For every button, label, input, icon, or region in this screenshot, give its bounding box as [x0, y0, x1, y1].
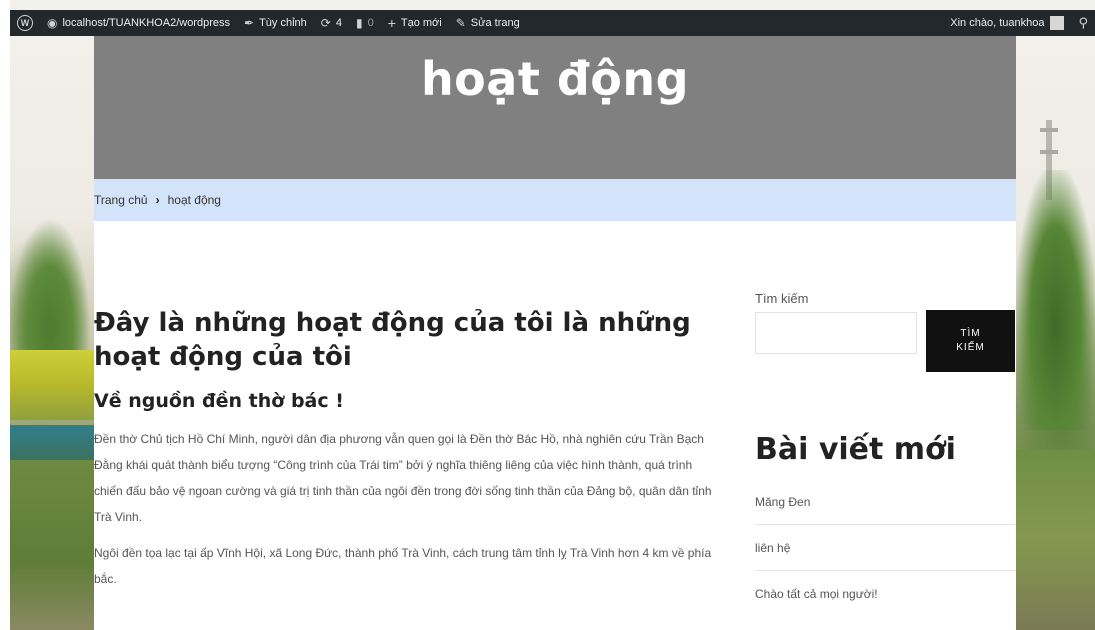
account-menu[interactable]: Xin chào, tuankhoa — [943, 10, 1071, 36]
list-item: liên hệ — [755, 525, 1016, 571]
breadcrumb-current: hoạt động — [167, 193, 221, 207]
brush-icon: ✒ — [244, 16, 255, 30]
search-icon: ⚲ — [1078, 15, 1088, 30]
recent-posts-title: Bài viết mới — [755, 432, 956, 467]
search-button[interactable]: TÌM KIẾM — [926, 310, 1015, 372]
comment-icon: ▮ — [355, 16, 363, 30]
page-title: hoạt động — [420, 52, 690, 106]
search-form: TÌM KIẾM — [755, 310, 1016, 372]
background-ground-right — [1016, 450, 1095, 630]
list-item: Chào tất cả mọi người! — [755, 571, 1016, 617]
customize-label: Tùy chỉnh — [259, 17, 307, 29]
recent-post-link[interactable]: liên hệ — [755, 541, 790, 555]
comments-count: 0 — [367, 17, 374, 29]
window-edge — [0, 0, 10, 630]
edit-page-link[interactable]: ✎ Sửa trang — [449, 10, 527, 36]
dashboard-icon: ◉ — [47, 16, 58, 30]
recent-post-link[interactable]: Chào tất cả mọi người! — [755, 587, 878, 601]
plus-icon: + — [387, 15, 396, 31]
new-label: Tạo mới — [400, 17, 442, 29]
background-roof — [10, 425, 95, 465]
wp-logo-button[interactable]: W — [10, 10, 40, 36]
background-tree-right — [1016, 170, 1095, 430]
search-label: Tìm kiếm — [755, 291, 809, 306]
comments-link[interactable]: ▮ 0 — [349, 10, 381, 36]
admin-search-button[interactable]: ⚲ — [1071, 10, 1095, 36]
background-ground-left — [10, 460, 95, 630]
background-building — [10, 350, 95, 420]
wordpress-icon: W — [17, 15, 33, 31]
site-name-link[interactable]: ◉ localhost/TUANKHOA2/wordpress — [40, 10, 237, 36]
avatar — [1050, 16, 1065, 30]
edit-page-label: Sửa trang — [470, 17, 520, 29]
content-panel: hoạt động Trang chủ › hoạt động Đây là n… — [94, 36, 1016, 630]
chevron-right-icon: › — [155, 193, 160, 207]
updates-count: 4 — [335, 17, 342, 29]
customize-link[interactable]: ✒ Tùy chỉnh — [237, 10, 314, 36]
pencil-icon: ✎ — [455, 16, 466, 30]
recent-post-link[interactable]: Măng Đen — [755, 495, 810, 509]
article: Đây là những hoạt động của tôi là những … — [94, 306, 724, 592]
new-content-link[interactable]: + Tạo mới — [381, 10, 449, 36]
article-paragraph: Đền thờ Chủ tịch Hồ Chí Minh, người dân … — [94, 432, 712, 524]
breadcrumb-home-link[interactable]: Trang chủ — [94, 193, 148, 207]
list-item: Măng Đen — [755, 479, 1016, 525]
greeting-label: Xin chào, tuankhoa — [950, 17, 1045, 29]
search-input[interactable] — [755, 312, 917, 354]
site-url-label: localhost/TUANKHOA2/wordpress — [62, 17, 230, 29]
refresh-icon: ⟳ — [320, 16, 331, 30]
updates-link[interactable]: ⟳ 4 — [314, 10, 349, 36]
admin-bar: W ◉ localhost/TUANKHOA2/wordpress ✒ Tùy … — [10, 10, 1095, 36]
breadcrumb: Trang chủ › hoạt động — [94, 179, 1016, 221]
article-subheading: Về nguồn đền thờ bác ! — [94, 390, 344, 412]
article-paragraph: Ngôi đền tọa lạc tại ấp Vĩnh Hội, xã Lon… — [94, 546, 712, 586]
sidebar: Tìm kiếm TÌM KIẾM Bài viết mới Măng Đen l… — [755, 291, 1016, 617]
recent-posts-list: Măng Đen liên hệ Chào tất cả mọi người! — [755, 479, 1016, 617]
page-header: hoạt động — [94, 36, 1016, 179]
article-heading: Đây là những hoạt động của tôi là những … — [94, 308, 691, 372]
